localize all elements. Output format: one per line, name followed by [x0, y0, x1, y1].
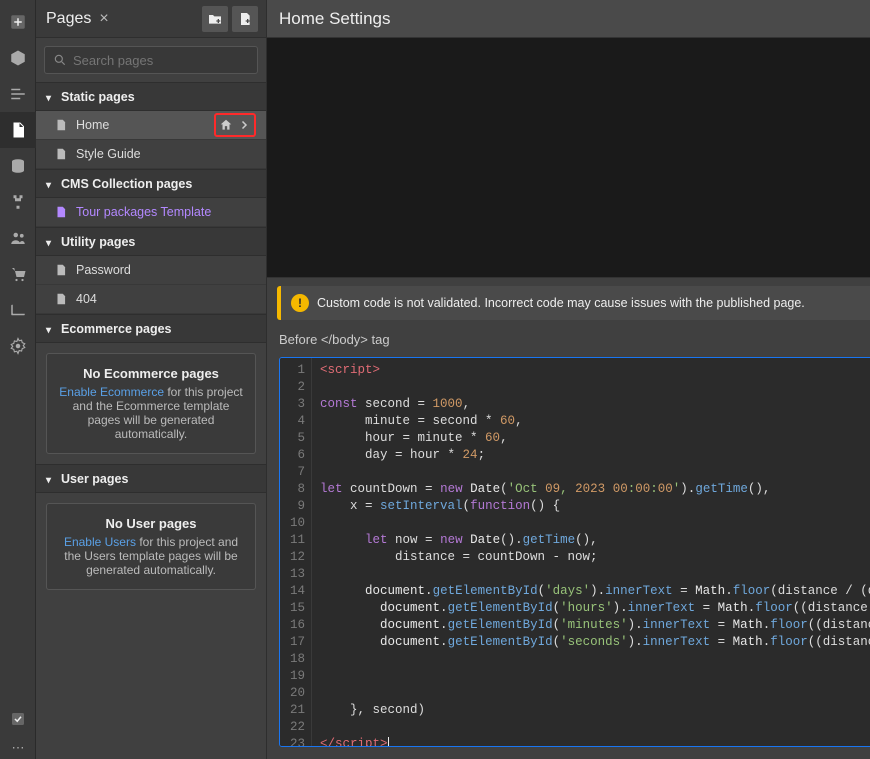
left-rail: ⋯: [0, 0, 36, 759]
page-item-style-guide[interactable]: Style Guide: [36, 140, 266, 169]
panel-title: Pages: [46, 10, 91, 28]
search-icon: [53, 53, 67, 67]
close-icon[interactable]: ×: [99, 10, 108, 28]
logic-icon[interactable]: [0, 184, 36, 220]
users-icon[interactable]: [0, 220, 36, 256]
enable-ecommerce-link[interactable]: Enable Ecommerce: [59, 385, 164, 399]
highlighted-controls: [214, 113, 256, 137]
preview-area: [267, 38, 870, 278]
page-item-home[interactable]: Home: [36, 111, 266, 140]
search-input[interactable]: [44, 46, 258, 74]
code-source[interactable]: <script> const second = 1000, minute = s…: [312, 358, 870, 747]
add-element-icon[interactable]: [0, 4, 36, 40]
audit-icon[interactable]: [0, 701, 36, 737]
navigator-icon[interactable]: [0, 76, 36, 112]
new-page-button[interactable]: [232, 6, 258, 32]
chevron-right-icon[interactable]: [236, 117, 252, 133]
page-icon: [54, 292, 68, 306]
ecommerce-icon[interactable]: [0, 256, 36, 292]
code-editor[interactable]: 1234567891011121314151617181920212223 <s…: [279, 357, 870, 747]
section-cms[interactable]: CMS Collection pages: [36, 169, 266, 198]
page-icon: [54, 263, 68, 277]
components-icon[interactable]: [0, 40, 36, 76]
assets-icon[interactable]: [0, 292, 36, 328]
code-section-label: Before </body> tag: [267, 328, 870, 351]
settings-title: Home Settings: [279, 9, 870, 29]
page-item-tour-template[interactable]: Tour packages Template: [36, 198, 266, 227]
home-icon: [218, 117, 234, 133]
page-item-password[interactable]: Password: [36, 256, 266, 285]
settings-icon[interactable]: [0, 328, 36, 364]
section-user[interactable]: User pages: [36, 464, 266, 493]
enable-users-link[interactable]: Enable Users: [64, 535, 136, 549]
warning-icon: !: [291, 294, 309, 312]
template-icon: [54, 205, 68, 219]
search-field[interactable]: [73, 53, 249, 68]
new-folder-button[interactable]: [202, 6, 228, 32]
ecommerce-empty: No Ecommerce pages Enable Ecommerce for …: [46, 353, 256, 454]
warning-banner: ! Custom code is not validated. Incorrec…: [277, 286, 870, 320]
settings-panel: Home Settings Close Save ! Custom code i…: [266, 0, 870, 759]
users-empty: No User pages Enable Users for this proj…: [46, 503, 256, 590]
page-icon: [54, 118, 68, 132]
line-gutter: 1234567891011121314151617181920212223: [280, 358, 312, 747]
section-ecommerce[interactable]: Ecommerce pages: [36, 314, 266, 343]
page-item-404[interactable]: 404: [36, 285, 266, 314]
section-static[interactable]: Static pages: [36, 82, 266, 111]
pages-icon[interactable]: [0, 112, 36, 148]
cms-icon[interactable]: [0, 148, 36, 184]
pages-panel: Pages × Static pages Home St: [36, 0, 266, 759]
page-icon: [54, 147, 68, 161]
section-utility[interactable]: Utility pages: [36, 227, 266, 256]
help-icon[interactable]: ⋯: [0, 737, 36, 759]
